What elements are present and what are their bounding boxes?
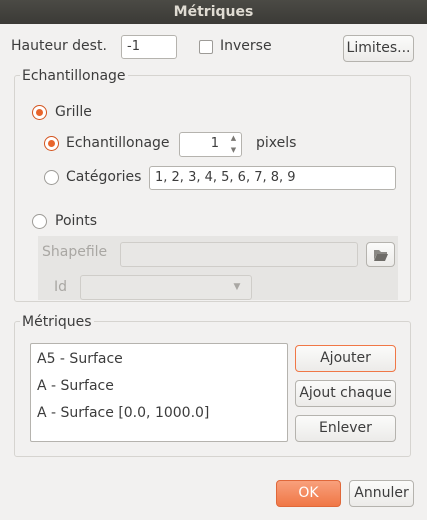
chevron-down-icon: ▼ (233, 282, 241, 292)
list-item[interactable]: A - Surface (37, 378, 114, 394)
window-title: Métriques (0, 0, 427, 24)
spin-down-icon[interactable]: ▼ (226, 145, 241, 156)
folder-open-icon (373, 250, 388, 261)
browse-button[interactable] (366, 242, 395, 267)
inverse-checkbox[interactable] (199, 40, 213, 54)
categories-input[interactable]: 1, 2, 3, 4, 5, 6, 7, 8, 9 (149, 166, 396, 190)
add-button[interactable]: Ajouter (295, 345, 396, 372)
spin-up-icon[interactable]: ▲ (226, 133, 241, 144)
pixels-label: pixels (256, 135, 297, 151)
grid-label: Grille (55, 104, 92, 120)
height-input[interactable]: -1 (121, 35, 177, 59)
sampling-radio[interactable] (44, 136, 59, 151)
points-radio[interactable] (32, 214, 47, 229)
cancel-button[interactable]: Annuler (349, 480, 414, 507)
ok-button[interactable]: OK (276, 480, 341, 507)
list-item[interactable]: A5 - Surface (37, 351, 123, 367)
shapefile-label: Shapefile (42, 244, 108, 260)
inverse-label: Inverse (220, 38, 272, 54)
metrics-group-title: Métriques (20, 314, 94, 330)
points-label: Points (55, 213, 98, 229)
shapefile-input[interactable] (120, 242, 358, 267)
add-each-button[interactable]: Ajout chaque (295, 380, 396, 407)
sampling-label: Echantillonage (66, 135, 170, 151)
limits-button[interactable]: Limites... (343, 35, 414, 62)
remove-button[interactable]: Enlever (295, 415, 396, 442)
id-label: Id (54, 279, 68, 295)
height-label: Hauteur dest. (11, 38, 107, 54)
categories-radio[interactable] (44, 170, 59, 185)
categories-label: Catégories (66, 169, 142, 185)
grid-radio[interactable] (32, 105, 47, 120)
id-select[interactable] (80, 275, 252, 300)
sampling-group-title: Echantillonage (20, 68, 128, 84)
list-item[interactable]: A - Surface [0.0, 1000.0] (37, 405, 209, 421)
metrics-list[interactable]: A5 - Surface A - Surface A - Surface [0.… (30, 343, 288, 442)
